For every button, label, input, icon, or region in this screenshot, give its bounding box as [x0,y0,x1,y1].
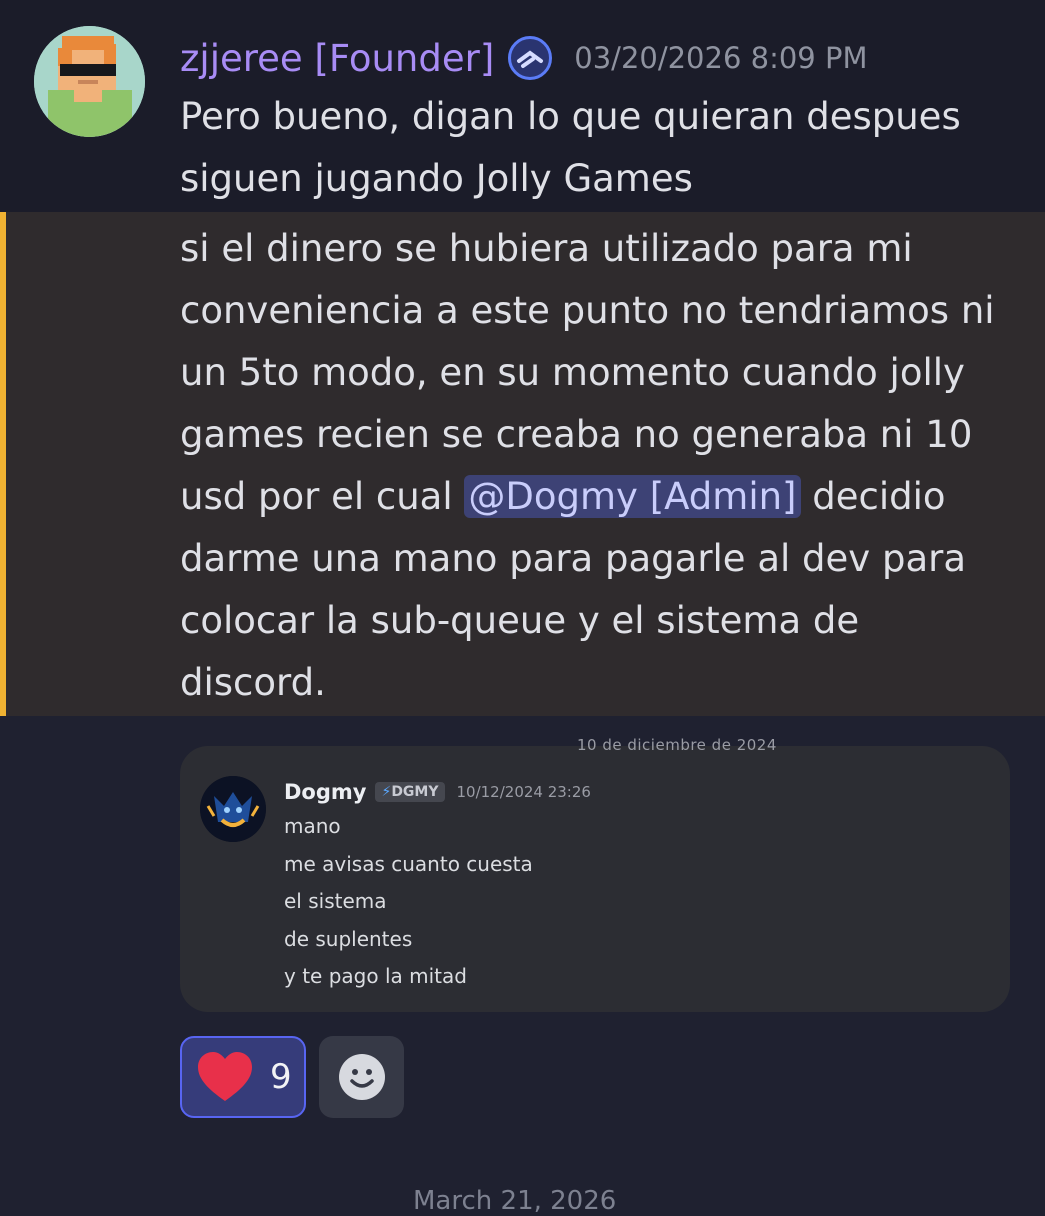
date-divider: March 21, 2026 [413,1186,617,1216]
bolt-icon: ⚡ [381,784,392,800]
message-founder: zjjeree [Founder] 03/20/2026 8:09 PM Per… [0,0,1045,212]
message-line: Pero bueno, digan lo que quieran despues [180,95,961,138]
embed-avatar [200,776,266,842]
server-tag-icon [508,36,553,80]
screenshot-embed[interactable]: Dogmy ⚡DGMY 10/12/2024 23:26 mano me avi… [180,746,1010,1012]
message-timestamp: 03/20/2026 8:09 PM [574,41,868,75]
message-text: usd por el cual [180,475,465,518]
embed-line: el sistema [284,889,387,914]
embed-line: mano [284,814,341,838]
message-line: siguen jugando Jolly Games [180,157,693,200]
message-line: discord. [180,661,326,704]
message-line: usd por el cual @Dogmy [Admin] decidio [180,466,1030,528]
embed-line: de suplentes [284,926,413,951]
message-line: si el dinero se hubiera utilizado para m… [180,227,913,270]
message-line: colocar la sub-queue y el sistema de [180,599,860,642]
embed-timestamp: 10/12/2024 23:26 [456,783,591,801]
reaction-count: 9 [270,1057,292,1097]
smiley-icon [338,1054,385,1100]
add-reaction-button[interactable] [319,1036,404,1118]
message-line: darme una mano para pagarle al dev para [180,537,966,580]
embed-date-divider: 10 de diciembre de 2024 [577,736,777,754]
embed-tag-label: DGMY [391,784,439,800]
embed-author: Dogmy [284,780,367,804]
embed-line: y te pago la mitad [284,964,467,989]
reaction-heart[interactable]: 9 [180,1036,306,1118]
heart-icon [198,1052,252,1101]
user-mention[interactable]: @Dogmy [Admin] [464,475,801,518]
embed-line: me avisas cuanto cuesta [284,851,533,876]
message-line: games recien se creaba no generaba ni 10 [180,413,973,456]
embed-message: mano me avisas cuanto cuesta el sistema … [284,808,533,996]
message-line: conveniencia a este punto no tendriamos … [180,289,995,332]
message-line: un 5to modo, en su momento cuando jolly [180,351,965,394]
embed-tag: ⚡DGMY [375,782,445,802]
message-text: decidio [800,475,946,518]
user-avatar[interactable] [34,26,145,137]
author-name[interactable]: zjjeree [Founder] [180,37,494,80]
